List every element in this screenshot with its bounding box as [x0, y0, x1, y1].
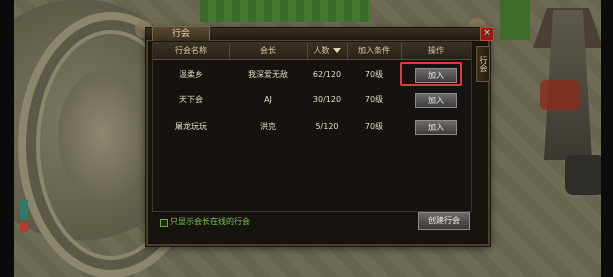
sign-post-base: [20, 222, 28, 232]
sort-down-icon[interactable]: [332, 48, 341, 53]
table-row: 屠龙玩玩 洪克 5/120 70级 加入: [153, 116, 471, 138]
table-row: 天下会 AJ 30/120 70级 加入: [153, 89, 471, 111]
online-filter-label[interactable]: 只显示会长在线的行会: [170, 216, 250, 227]
header-leader: 会长: [229, 43, 308, 59]
sign-post: [20, 200, 28, 220]
guild-requirement: 70级: [364, 95, 384, 104]
close-button[interactable]: ×: [480, 27, 494, 41]
table-header: 行会名称 会长 人数 加入条件 操作: [153, 43, 471, 60]
screen-edge: [0, 0, 14, 277]
guild-requirement: 70级: [364, 122, 384, 131]
guild-name: 天下会: [179, 95, 203, 104]
anvil: [565, 155, 605, 195]
header-requirement: 加入条件: [347, 43, 402, 59]
guild-name: 屠龙玩玩: [175, 122, 207, 131]
guild-leader: 洪克: [260, 122, 276, 131]
highlight-box: [400, 62, 462, 86]
create-guild-button[interactable]: 创建行会: [418, 212, 470, 230]
guild-leader: AJ: [264, 95, 272, 104]
screen-edge: [601, 0, 613, 277]
grass-area: [200, 0, 370, 22]
join-button[interactable]: 加入: [415, 120, 457, 135]
grass-area: [500, 0, 530, 40]
guild-members: 62/120: [312, 70, 342, 79]
dragon-relief: [58, 70, 148, 200]
online-filter-checkbox[interactable]: [160, 219, 168, 227]
guild-members: 30/120: [312, 95, 342, 104]
lava-glow: [540, 80, 580, 110]
header-guild-name: 行会名称: [153, 43, 230, 59]
header-members[interactable]: 人数: [307, 43, 348, 59]
side-tab-guild[interactable]: 行会: [476, 46, 490, 82]
guild-members: 5/120: [315, 122, 339, 131]
guild-leader: 我深爱无敌: [248, 70, 288, 79]
header-action: 操作: [428, 46, 444, 55]
header-members-label: 人数: [313, 46, 330, 55]
panel-tab-guild[interactable]: 行会: [152, 26, 210, 41]
join-button[interactable]: 加入: [415, 93, 457, 108]
guild-requirement: 70级: [364, 70, 384, 79]
guild-name: 温柔乡: [179, 70, 203, 79]
